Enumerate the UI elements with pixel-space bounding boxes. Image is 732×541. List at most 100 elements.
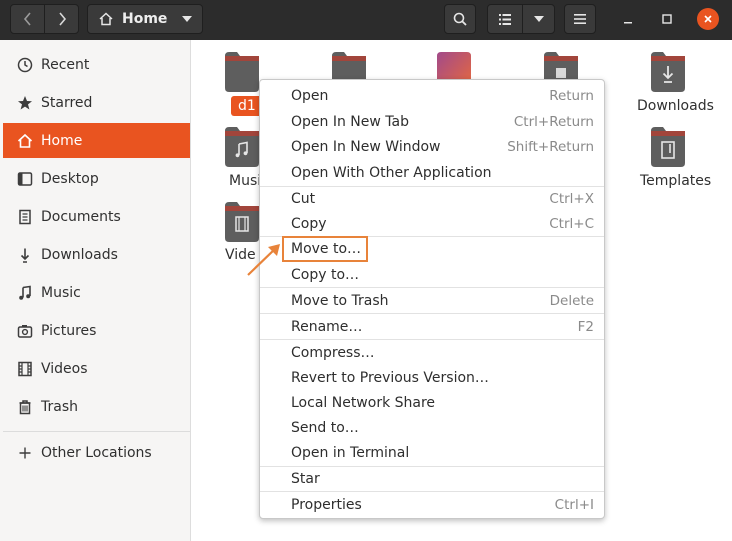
menu-item-shortcut: Delete xyxy=(549,293,594,309)
menu-item-label: Open In New Tab xyxy=(291,114,409,130)
menu-item-label: Copy xyxy=(291,216,327,232)
menu-item-label: Open In New Window xyxy=(291,139,441,155)
templates-folder-icon xyxy=(651,127,685,167)
highlight-box xyxy=(282,236,368,262)
menu-item-open-new-window[interactable]: Open In New Window Shift+Return xyxy=(260,135,604,159)
menu-item-label: Rename… xyxy=(291,319,363,335)
sidebar-item-label: Other Locations xyxy=(41,445,152,461)
music-folder-icon xyxy=(225,127,259,167)
search-button[interactable] xyxy=(444,4,476,34)
sidebar-item-label: Videos xyxy=(41,361,88,377)
list-view-button[interactable] xyxy=(487,4,523,34)
chevron-left-icon xyxy=(23,12,31,26)
forward-button[interactable] xyxy=(44,4,79,34)
desktop-icon xyxy=(17,171,33,187)
menu-separator xyxy=(260,287,604,288)
music-icon xyxy=(17,285,33,301)
menu-item-copy-to[interactable]: Copy to… xyxy=(260,263,604,287)
sidebar-item-other-locations[interactable]: Other Locations xyxy=(3,436,190,470)
sidebar-item-label: Recent xyxy=(41,57,90,73)
menu-item-shortcut: Ctrl+I xyxy=(554,497,594,513)
sidebar-item-music[interactable]: Music xyxy=(3,276,190,310)
search-icon xyxy=(453,12,467,26)
maximize-button[interactable] xyxy=(656,8,678,30)
sidebar-item-desktop[interactable]: Desktop xyxy=(3,162,190,196)
close-button[interactable] xyxy=(697,8,719,30)
hamburger-icon xyxy=(574,14,586,24)
sidebar-item-starred[interactable]: Starred xyxy=(3,86,190,120)
file-label: Templates xyxy=(640,173,712,189)
menu-item-label: Send to… xyxy=(291,420,359,436)
menu-item-open-new-tab[interactable]: Open In New Tab Ctrl+Return xyxy=(260,110,604,134)
star-icon xyxy=(17,95,33,111)
menu-item-label: Cut xyxy=(291,191,316,207)
sidebar-item-pictures[interactable]: Pictures xyxy=(3,314,190,348)
film-icon xyxy=(17,361,33,377)
path-label: Home xyxy=(122,11,168,27)
menu-separator xyxy=(260,313,604,314)
menu-item-revert[interactable]: Revert to Previous Version… xyxy=(260,366,604,390)
menu-item-label: Properties xyxy=(291,497,362,513)
sidebar-item-label: Trash xyxy=(41,399,78,415)
menu-separator xyxy=(260,491,604,492)
minimize-icon xyxy=(624,22,632,24)
menu-item-local-network-share[interactable]: Local Network Share xyxy=(260,391,604,415)
path-bar-home[interactable]: Home xyxy=(87,4,203,34)
sidebar-item-label: Desktop xyxy=(41,171,99,187)
maximize-icon xyxy=(662,14,672,24)
sidebar-item-label: Documents xyxy=(41,209,121,225)
sidebar-item-trash[interactable]: Trash xyxy=(3,390,190,424)
camera-icon xyxy=(17,323,33,339)
sidebar-item-recent[interactable]: Recent xyxy=(3,48,190,82)
file-label: Downloads xyxy=(637,98,714,114)
menu-item-copy[interactable]: Copy Ctrl+C xyxy=(260,212,604,236)
main-menu-button[interactable] xyxy=(564,4,596,34)
list-view-icon xyxy=(499,13,511,25)
menu-item-open-with[interactable]: Open With Other Application xyxy=(260,161,604,185)
chevron-down-icon xyxy=(533,16,544,22)
menu-item-compress[interactable]: Compress… xyxy=(260,341,604,365)
sidebar-item-label: Pictures xyxy=(41,323,97,339)
sidebar: Recent Starred Home Desktop Documents Do… xyxy=(0,40,191,541)
view-options-button[interactable] xyxy=(522,4,555,34)
menu-item-open-in-terminal[interactable]: Open in Terminal xyxy=(260,441,604,465)
sidebar-item-home[interactable]: Home xyxy=(3,123,190,158)
menu-item-properties[interactable]: Properties Ctrl+I xyxy=(260,493,604,517)
trash-icon xyxy=(17,399,33,415)
plus-icon xyxy=(17,445,33,461)
menu-separator xyxy=(260,339,604,340)
file-label: Musi xyxy=(229,173,262,189)
minimize-button[interactable] xyxy=(617,8,639,30)
chevron-down-icon xyxy=(182,16,192,22)
sidebar-item-documents[interactable]: Documents xyxy=(3,200,190,234)
menu-item-cut[interactable]: Cut Ctrl+X xyxy=(260,187,604,211)
menu-item-move-to-trash[interactable]: Move to Trash Delete xyxy=(260,289,604,313)
downloads-folder-icon xyxy=(651,52,685,92)
chevron-right-icon xyxy=(58,12,66,26)
menu-item-shortcut: Return xyxy=(549,88,594,104)
menu-item-open[interactable]: Open Return xyxy=(260,84,604,108)
menu-item-star[interactable]: Star xyxy=(260,467,604,491)
sidebar-divider xyxy=(3,431,190,432)
document-icon xyxy=(17,209,33,225)
menu-item-shortcut: Ctrl+C xyxy=(549,216,594,232)
videos-folder-icon xyxy=(225,202,259,242)
sidebar-item-videos[interactable]: Videos xyxy=(3,352,190,386)
menu-item-send-to[interactable]: Send to… xyxy=(260,416,604,440)
menu-item-label: Move to Trash xyxy=(291,293,389,309)
sidebar-item-label: Downloads xyxy=(41,247,118,263)
sidebar-item-label: Starred xyxy=(41,95,93,111)
menu-item-label: Copy to… xyxy=(291,267,360,283)
menu-item-rename[interactable]: Rename… F2 xyxy=(260,315,604,339)
sidebar-item-label: Music xyxy=(41,285,81,301)
menu-item-label: Revert to Previous Version… xyxy=(291,370,489,386)
back-button[interactable] xyxy=(10,4,45,34)
home-icon xyxy=(99,12,113,26)
menu-item-label: Local Network Share xyxy=(291,395,436,411)
sidebar-item-downloads[interactable]: Downloads xyxy=(3,238,190,272)
menu-item-label: Open xyxy=(291,88,329,104)
menu-item-shortcut: Ctrl+Return xyxy=(513,114,594,130)
menu-item-label: Open in Terminal xyxy=(291,445,410,461)
header-bar: Home xyxy=(0,0,732,40)
menu-item-label: Compress… xyxy=(291,345,375,361)
